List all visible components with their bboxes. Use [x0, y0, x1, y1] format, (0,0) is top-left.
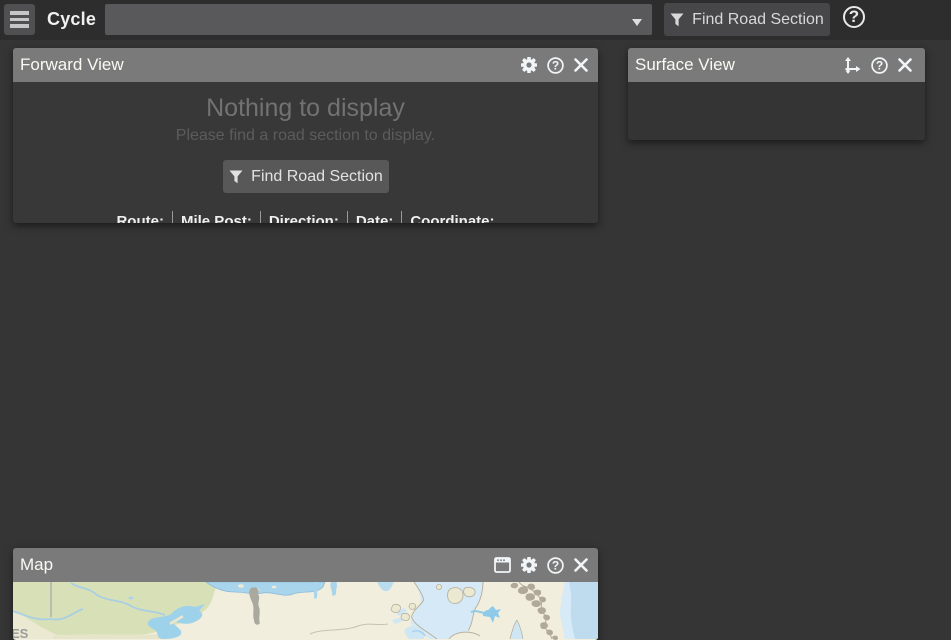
svg-text:?: ?: [876, 58, 883, 72]
svg-text:ES: ES: [13, 626, 29, 640]
svg-text:?: ?: [552, 58, 559, 72]
svg-text:?: ?: [552, 558, 559, 572]
